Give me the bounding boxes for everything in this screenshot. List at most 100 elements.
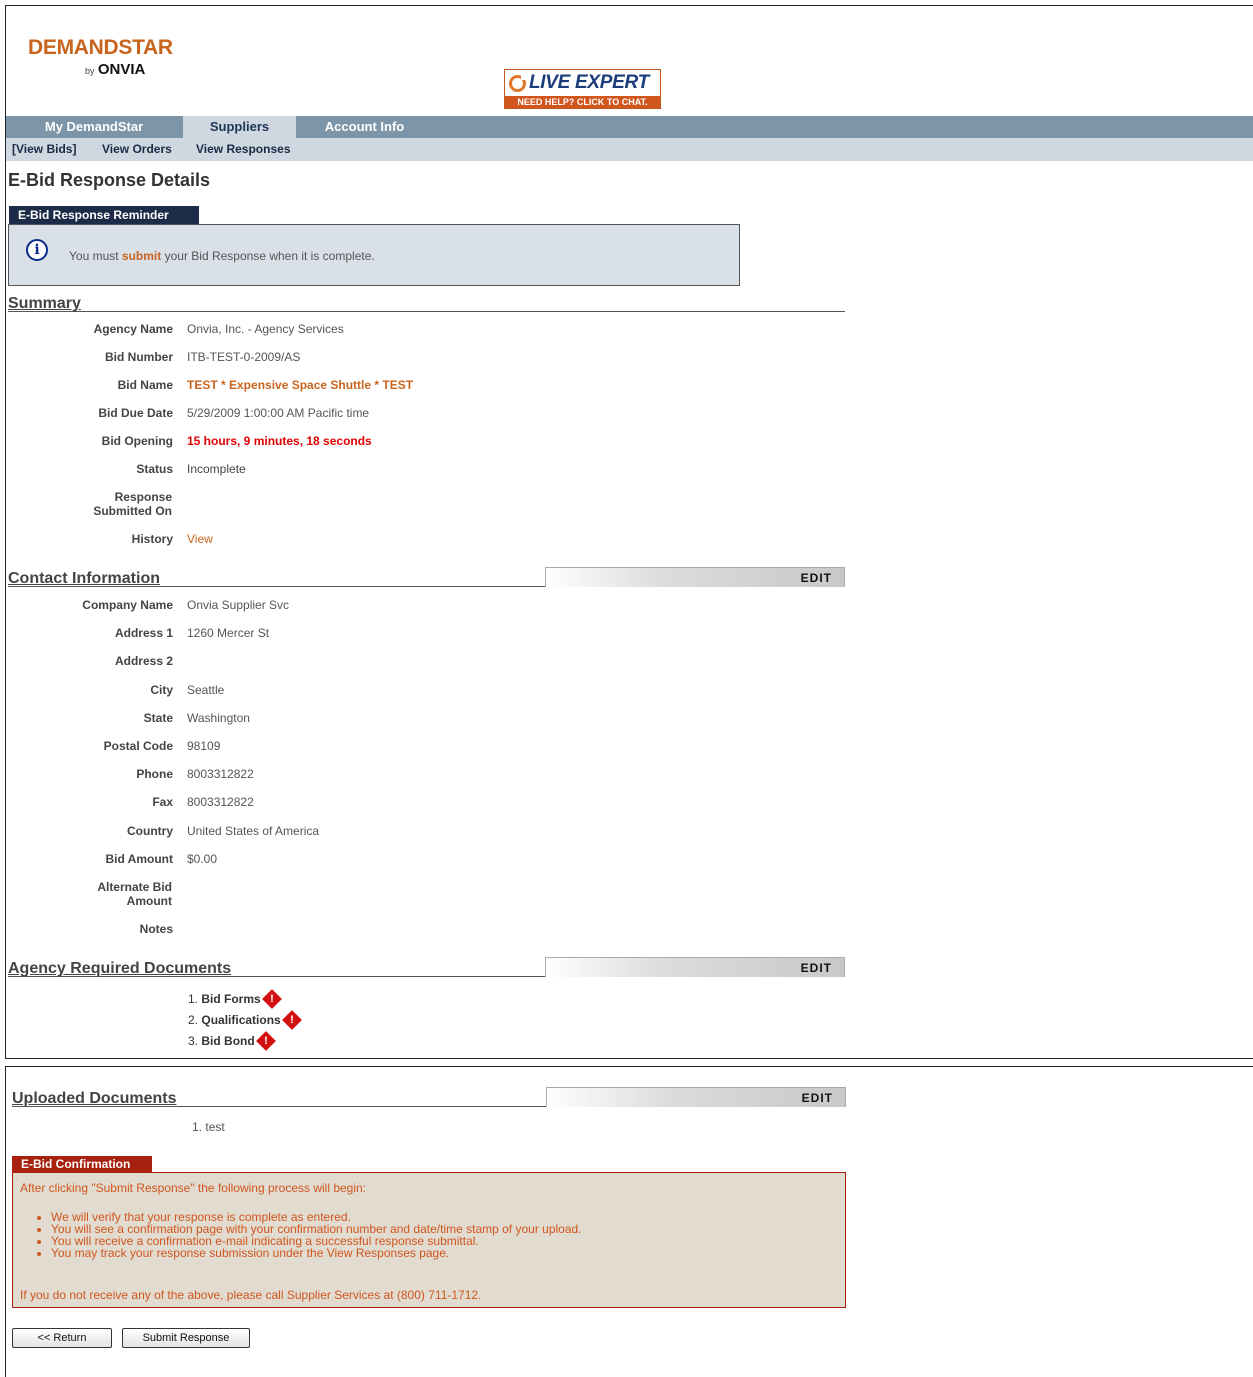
field-label: Agency Name — [93, 322, 173, 336]
phone-value: 8003312822 — [187, 767, 254, 781]
field-label: Postal Code — [103, 739, 173, 753]
bid-name-value: TEST * Expensive Space Shuttle * TEST — [187, 378, 414, 392]
submit-link[interactable]: submit — [122, 249, 161, 263]
address1-value: 1260 Mercer St — [187, 626, 270, 640]
country-value: United States of America — [187, 824, 320, 838]
submission-panel: Uploaded Documents EDIT 1. test E-Bid Co… — [5, 1066, 1253, 1377]
field-label: Status — [136, 462, 173, 476]
field-label: Fax — [152, 795, 173, 809]
logo-by: by — [85, 66, 95, 76]
summary-section-header: Summary — [8, 292, 845, 312]
doc-number: 2. — [188, 1013, 199, 1027]
field-label: Response Submitted On — [93, 490, 172, 518]
submit-response-button[interactable]: Submit Response — [122, 1328, 250, 1348]
reminder-text-before: You must — [69, 249, 122, 263]
logo-onvia: ONVIA — [97, 61, 146, 78]
postal-code-value: 98109 — [187, 739, 221, 753]
field-label: Alternate Bid Amount — [97, 880, 172, 908]
demandstar-logo[interactable]: DEMANDSTAR by ONVIA — [28, 36, 173, 78]
confirmation-intro: After clicking "Submit Response" the fol… — [20, 1181, 367, 1195]
edit-contact-button[interactable]: EDIT — [545, 567, 845, 587]
agency-name-value: Onvia, Inc. - Agency Services — [187, 322, 344, 336]
warning-icon — [261, 989, 282, 1009]
power-ring-icon — [509, 73, 527, 92]
doc-number: 1. — [188, 992, 199, 1006]
return-button[interactable]: << Return — [12, 1328, 112, 1348]
reminder-text: You must submit your Bid Response when i… — [69, 249, 375, 263]
tab-suppliers[interactable]: Suppliers — [183, 116, 296, 138]
field-label: Address 1 — [114, 626, 173, 640]
logo-text: DEMANDSTAR — [28, 36, 173, 59]
field-label: Bid Opening — [101, 434, 173, 448]
field-label: Bid Due Date — [98, 406, 173, 420]
bid-amount-value: $0.00 — [187, 852, 218, 866]
field-label: Company Name — [82, 598, 173, 612]
confirmation-title: E-Bid Confirmation — [12, 1156, 152, 1172]
history-view-link[interactable]: View — [187, 532, 213, 546]
field-label: Country — [127, 824, 173, 838]
confirmation-box: After clicking "Submit Response" the fol… — [12, 1172, 846, 1308]
primary-nav: My DemandStar Suppliers Account Info — [6, 116, 1253, 138]
uploaded-doc-item: 1. test — [192, 1120, 225, 1134]
contact-title: Contact Information — [8, 570, 160, 587]
subnav-view-bids[interactable]: [View Bids] — [12, 138, 76, 161]
doc-name: Qualifications — [201, 1013, 281, 1027]
field-label: State — [143, 711, 173, 725]
edit-label: EDIT — [800, 961, 832, 975]
doc-name: test — [205, 1120, 225, 1134]
reminder-title: E-Bid Response Reminder — [9, 206, 199, 224]
doc-number: 3. — [188, 1034, 199, 1048]
required-doc-item: 2. Qualifications — [188, 1010, 302, 1030]
live-expert-subtitle: NEED HELP? CLICK TO CHAT. — [505, 96, 660, 108]
status-value: Incomplete — [187, 462, 246, 476]
confirmation-steps: We will verify that your response is com… — [17, 1211, 582, 1259]
company-name-value: Onvia Supplier Svc — [187, 598, 290, 612]
field-label: City — [150, 683, 173, 697]
warning-icon — [255, 1031, 276, 1051]
edit-label: EDIT — [801, 1091, 833, 1105]
live-expert-chat-button[interactable]: LIVE EXPERT NEED HELP? CLICK TO CHAT. — [504, 69, 661, 109]
uploaded-docs-section-header: Uploaded Documents EDIT — [12, 1087, 846, 1107]
subnav-view-responses[interactable]: View Responses — [196, 138, 291, 161]
doc-name: Bid Forms — [201, 992, 261, 1006]
secondary-nav: [View Bids] View Orders View Responses — [6, 138, 1253, 161]
tab-account-info[interactable]: Account Info — [306, 116, 423, 138]
edit-label: EDIT — [800, 571, 832, 585]
field-label: History — [131, 532, 173, 546]
required-docs-section-header: Agency Required Documents EDIT — [8, 957, 845, 977]
subnav-view-orders[interactable]: View Orders — [102, 138, 172, 161]
city-value: Seattle — [187, 683, 225, 697]
confirmation-outro: If you do not receive any of the above, … — [20, 1288, 482, 1302]
contact-section-header: Contact Information EDIT — [8, 567, 845, 587]
fax-value: 8003312822 — [187, 795, 254, 809]
reminder-box: i You must submit your Bid Response when… — [8, 224, 740, 286]
required-docs-title: Agency Required Documents — [8, 960, 232, 977]
tab-my-demandstar[interactable]: My DemandStar — [6, 116, 182, 138]
reminder-text-after: your Bid Response when it is complete. — [161, 249, 375, 263]
bid-opening-countdown: 15 hours, 9 minutes, 18 seconds — [187, 434, 372, 448]
field-label: Notes — [139, 922, 173, 936]
main-panel: DEMANDSTAR by ONVIA LIVE EXPERT NEED HEL… — [5, 5, 1253, 1059]
bid-number-value: ITB-TEST-0-2009/AS — [187, 350, 301, 364]
info-icon: i — [26, 239, 48, 261]
doc-number: 1. — [192, 1120, 203, 1134]
confirmation-step: You may track your response submission u… — [51, 1247, 582, 1259]
field-label: Phone — [136, 767, 173, 781]
live-expert-title: LIVE EXPERT — [529, 72, 649, 93]
logo-byline: by ONVIA — [85, 61, 145, 78]
warning-icon — [281, 1010, 302, 1030]
field-label: Bid Amount — [105, 852, 173, 866]
live-expert-title-row: LIVE EXPERT — [505, 70, 660, 96]
edit-uploaded-docs-button[interactable]: EDIT — [546, 1087, 846, 1107]
field-label: Bid Number — [104, 350, 173, 364]
uploaded-docs-title: Uploaded Documents — [12, 1090, 177, 1107]
edit-required-docs-button[interactable]: EDIT — [545, 957, 845, 977]
required-doc-item: 3. Bid Bond — [188, 1031, 276, 1051]
required-doc-item: 1. Bid Forms — [188, 989, 282, 1009]
page-title: E-Bid Response Details — [8, 170, 211, 190]
state-value: Washington — [187, 711, 250, 725]
doc-name: Bid Bond — [201, 1034, 255, 1048]
bid-due-date-value: 5/29/2009 1:00:00 AM Pacific time — [187, 406, 370, 420]
field-label: Bid Name — [117, 378, 173, 392]
summary-title: Summary — [8, 295, 81, 312]
